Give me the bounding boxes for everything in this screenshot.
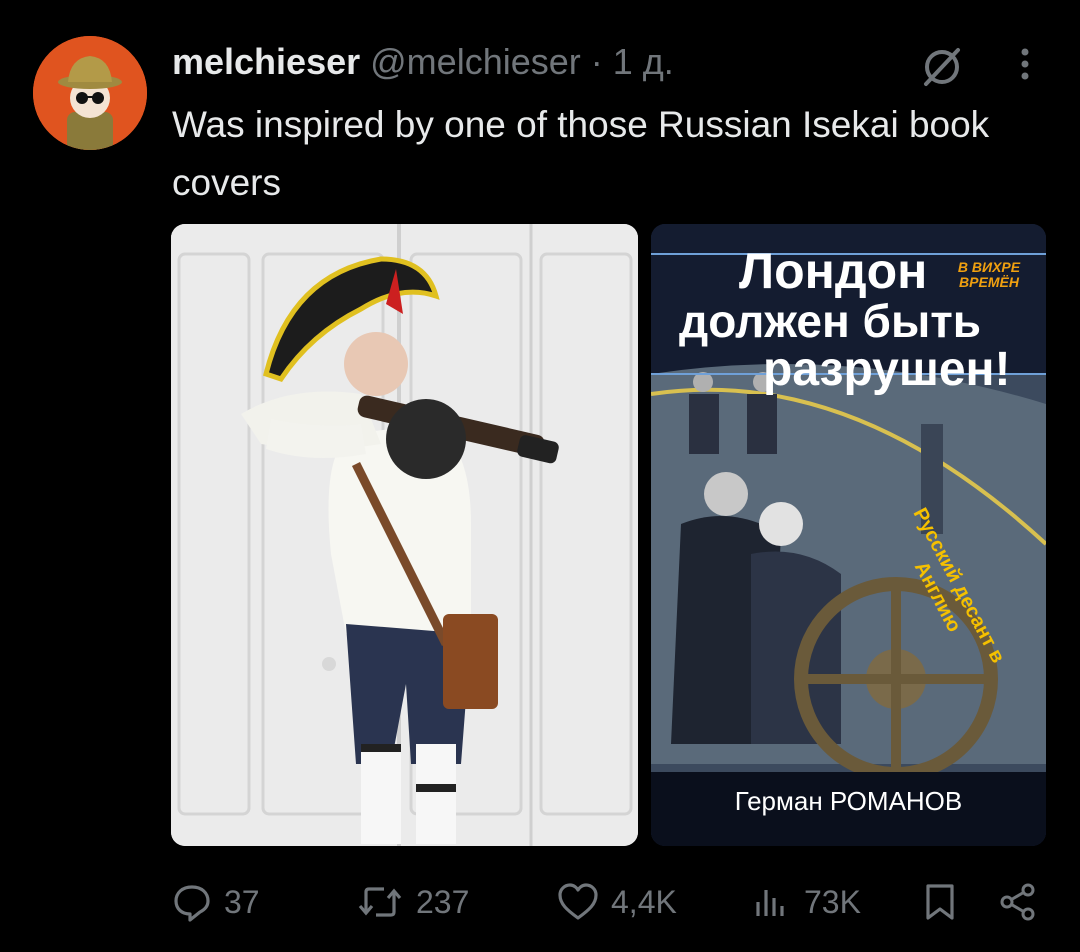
repost-count: 237 [416, 883, 470, 920]
repost-icon [358, 887, 402, 917]
display-name[interactable]: melchieser [172, 41, 360, 82]
handle[interactable]: @melchieser [370, 41, 581, 82]
book-title-line3: разрушен! [763, 343, 1011, 396]
avatar-image [33, 36, 147, 150]
media-photo-costume[interactable] [171, 224, 638, 846]
avatar[interactable] [33, 36, 147, 150]
bookmark-button[interactable] [922, 872, 970, 932]
views-icon [756, 890, 784, 916]
tweet-text: Was inspired by one of those Russian Ise… [172, 104, 990, 203]
like-count: 4,4K [611, 883, 677, 920]
action-bar: 37 237 4,4K 73K [0, 872, 1080, 932]
like-button[interactable]: 4,4K [557, 872, 677, 932]
share-icon [1000, 883, 1035, 921]
views-count: 73K [804, 883, 861, 920]
more-icon[interactable] [1005, 42, 1045, 90]
repost-button[interactable]: 237 [356, 872, 469, 932]
reply-icon [174, 885, 210, 922]
bookmark-icon [926, 884, 954, 920]
separator: · [590, 41, 603, 82]
media-book-cover[interactable]: Лондон должен быть разрушен! В ВИХРЕ ВРЕ… [651, 224, 1046, 846]
book-author: Герман РОМАНОВ [734, 786, 963, 816]
book-title-line1: Лондон [739, 243, 928, 299]
reply-count: 37 [224, 883, 260, 920]
book-series: В ВИХРЕ ВРЕМЁН [957, 259, 1021, 290]
views-button[interactable]: 73K [752, 872, 861, 932]
book-title-line2: должен быть [679, 295, 982, 347]
grok-icon[interactable] [918, 42, 966, 90]
tweet-header: melchieser @melchieser · 1 д. [172, 40, 960, 84]
reply-button[interactable]: 37 [172, 872, 260, 932]
timestamp[interactable]: 1 д. [613, 41, 674, 82]
like-icon [558, 883, 598, 920]
share-button[interactable] [998, 872, 1050, 932]
